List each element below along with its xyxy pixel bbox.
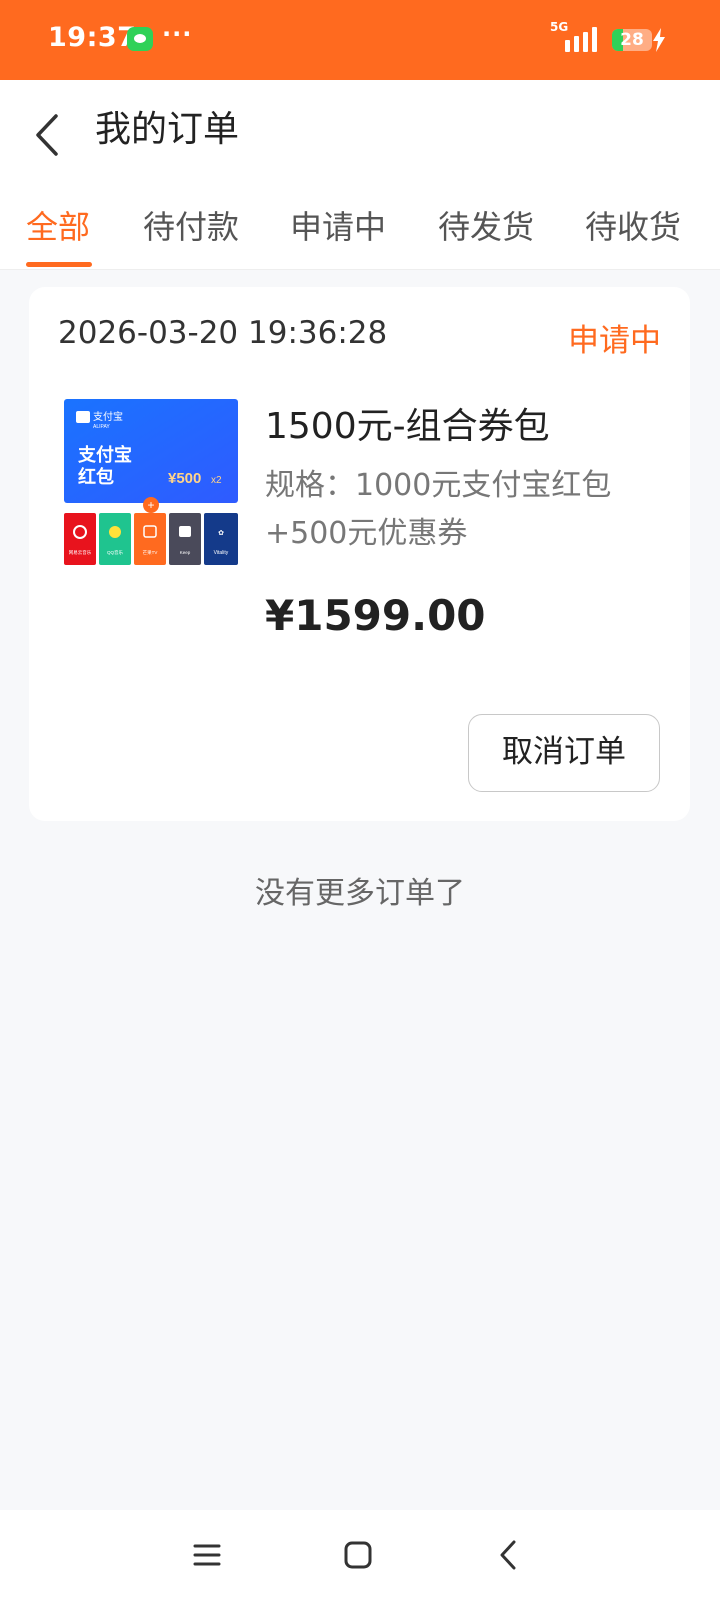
alipay-logo-icon (76, 411, 90, 423)
product-spec: 规格：1000元支付宝红包+500元优惠券 (265, 468, 612, 551)
product-price: ¥1599.00 (265, 591, 486, 640)
cancel-order-button[interactable]: 取消订单 (468, 714, 660, 792)
tab-all[interactable]: 全部 (26, 202, 90, 248)
keep-icon (169, 513, 201, 565)
order-status: 申请中 (568, 323, 661, 359)
app-icons-row: 网易云音乐 QQ音乐 芒果TV Keep ✿ Vitality (64, 513, 238, 565)
svg-text:✿: ✿ (218, 530, 224, 537)
order-card[interactable]: 2026-03-20 19:36:28 申请中 支付宝 ALIPAY 支付宝 红… (29, 287, 690, 821)
back-icon[interactable] (484, 1530, 534, 1580)
coupon-multiplier: x2 (211, 475, 222, 486)
menu-icon[interactable] (182, 1530, 232, 1580)
order-tabs: 全部 待付款 申请中 待发货 待收货 (0, 170, 720, 270)
signal-icon (565, 27, 597, 52)
order-time: 2026-03-20 19:36:28 (58, 315, 388, 351)
more-notifications-icon: ··· (162, 20, 193, 48)
product-name: 1500元-组合券包 (265, 406, 550, 447)
status-time: 19:37 (48, 22, 137, 53)
tab-pending-receipt[interactable]: 待收货 (585, 202, 681, 248)
app-label-netease: 网易云音乐 (69, 549, 92, 556)
app-label-mangotv: 芒果TV (143, 549, 158, 556)
status-bar: 19:37 ··· 5G 28 (0, 0, 720, 80)
network-type-label: 5G (550, 20, 569, 34)
battery-level: 28 (620, 30, 644, 50)
alipay-brand-en: ALIPAY (93, 424, 110, 430)
page-title: 我的订单 (95, 109, 240, 150)
tab-pending-shipment[interactable]: 待发货 (438, 202, 534, 248)
header-bar: 我的订单 (0, 80, 720, 170)
qq-music-icon (99, 513, 131, 565)
tab-pending-payment[interactable]: 待付款 (143, 202, 239, 248)
coupon-title-line1: 支付宝 (77, 444, 132, 465)
app-label-vitality: Vitality (214, 550, 229, 556)
coupon-amount: ¥500 (168, 470, 201, 487)
charging-icon (653, 28, 665, 52)
app-label-qqmusic: QQ音乐 (107, 549, 124, 556)
app-label-keep: Keep (180, 550, 191, 555)
active-tab-indicator (26, 262, 92, 267)
mango-tv-icon (134, 513, 166, 565)
home-icon[interactable] (333, 1530, 383, 1580)
system-nav-bar (0, 1510, 720, 1600)
tab-applying[interactable]: 申请中 (290, 202, 386, 248)
plus-badge-text: + (147, 498, 154, 512)
chevron-left-icon[interactable] (30, 110, 70, 160)
message-icon (127, 27, 153, 51)
vitality-icon (204, 513, 238, 565)
coupon-title-line2: 红包 (78, 466, 114, 487)
alipay-brand: 支付宝 (93, 410, 123, 423)
battery-icon: 28 (612, 29, 652, 51)
product-image[interactable]: 支付宝 ALIPAY 支付宝 红包 ¥500 x2 + 网易云音乐 QQ音乐 芒… (64, 399, 238, 567)
no-more-orders-text: 没有更多订单了 (255, 876, 465, 911)
